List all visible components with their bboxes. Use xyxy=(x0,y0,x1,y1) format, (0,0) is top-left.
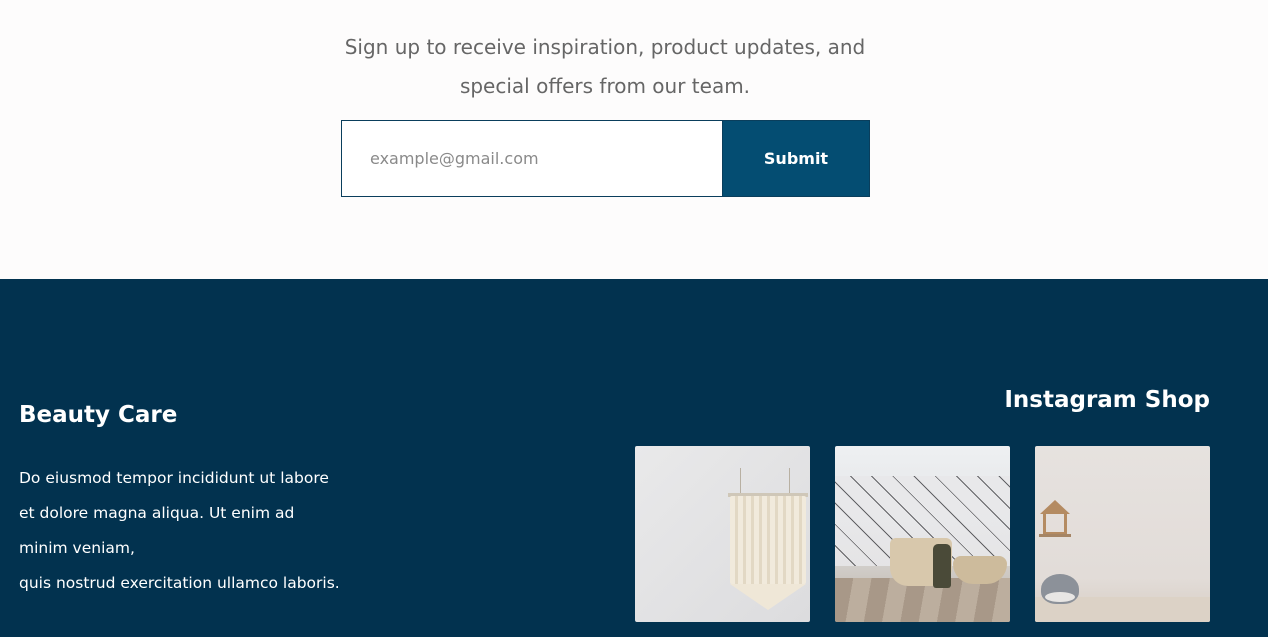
wicker-bowl xyxy=(953,556,1007,584)
house-shelf-roof xyxy=(1040,500,1070,514)
footer: Beauty Care Do eiusmod tempor incididunt… xyxy=(0,279,1268,637)
instagram-title: Instagram Shop xyxy=(1004,387,1210,413)
brand-description-line: et dolore magna aliqua. Ut enim ad xyxy=(19,504,295,522)
bedroom-basket-photo[interactable] xyxy=(835,446,1010,622)
shelf-board xyxy=(1039,534,1071,537)
macrame-weave xyxy=(730,496,806,584)
submit-button[interactable]: Submit xyxy=(722,120,870,197)
macrame-wall-hanging-photo[interactable] xyxy=(635,446,810,622)
brand-title: Beauty Care xyxy=(19,402,178,428)
newsletter-section: Sign up to receive inspiration, product … xyxy=(0,0,1268,279)
tagline-line-1: Sign up to receive inspiration, product … xyxy=(344,35,866,59)
house-shelf xyxy=(1043,513,1067,535)
glass-vase xyxy=(933,544,951,588)
newsletter-tagline: Sign up to receive inspiration, product … xyxy=(300,28,910,106)
nursery-shelf-whale-photo[interactable] xyxy=(1035,446,1210,622)
brand-description-line: Do eiusmod tempor incididunt ut labore xyxy=(19,469,329,487)
brand-description-line: minim veniam, xyxy=(19,539,135,557)
brand-description: Do eiusmod tempor incididunt ut labore e… xyxy=(19,461,399,601)
email-field[interactable] xyxy=(341,120,722,197)
brand-description-line: quis nostrud exercitation ullamco labori… xyxy=(19,574,340,592)
instagram-grid xyxy=(635,446,1210,622)
macrame-fringe xyxy=(730,584,806,610)
signup-form: Submit xyxy=(341,120,870,197)
tagline-line-2: special offers from our team. xyxy=(459,74,751,98)
whale-belly xyxy=(1045,592,1075,602)
